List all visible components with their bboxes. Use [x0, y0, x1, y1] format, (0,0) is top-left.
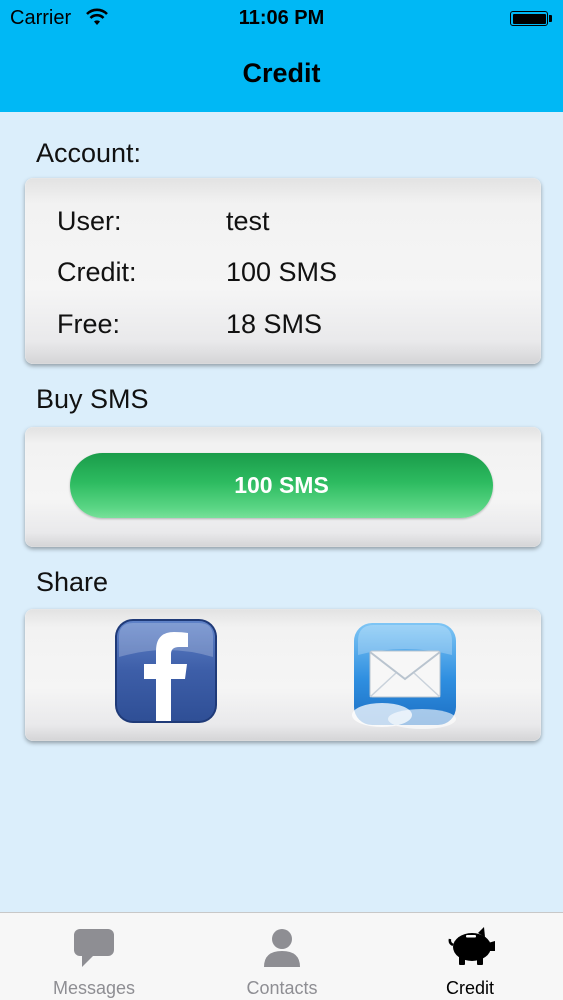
share-heading: Share: [36, 567, 109, 597]
credit-label: Credit:: [57, 257, 137, 287]
user-value: test: [226, 206, 270, 236]
buy-sms-heading: Buy SMS: [36, 384, 149, 414]
tab-contacts[interactable]: Contacts: [188, 913, 376, 1000]
tab-messages[interactable]: Messages: [0, 913, 188, 1000]
battery-tip: [549, 15, 552, 22]
navigation-bar: Carrier 11:06 PM Credit: [0, 0, 563, 112]
account-heading: Account:: [36, 138, 142, 168]
share-card: [25, 609, 541, 741]
free-label: Free:: [57, 309, 121, 339]
tab-bar: Messages Contacts Credit: [0, 912, 563, 1000]
piggy-bank-icon: [448, 927, 495, 965]
buy-100-sms-button[interactable]: 100 SMS: [70, 453, 493, 518]
facebook-icon[interactable]: [113, 617, 219, 725]
mail-icon[interactable]: [352, 621, 458, 729]
credit-value: 100 SMS: [226, 257, 338, 287]
free-value: 18 SMS: [226, 309, 323, 339]
battery-icon: [510, 11, 548, 26]
tab-label-credit: Credit: [445, 978, 494, 998]
tab-credit[interactable]: Credit: [376, 913, 563, 1000]
page-title: Credit: [242, 58, 321, 88]
account-card: User: test Credit: 100 SMS Free: 18 SMS: [25, 178, 541, 364]
user-label: User:: [57, 206, 122, 236]
speech-bubble-icon: [74, 929, 114, 967]
clock: 11:06 PM: [238, 7, 325, 29]
tab-label-messages: Messages: [52, 978, 136, 998]
tab-label-contacts: Contacts: [246, 978, 318, 998]
buy-sms-card: 100 SMS: [25, 427, 541, 547]
person-icon: [264, 929, 300, 967]
status-bar: Carrier 11:06 PM: [0, 0, 563, 38]
